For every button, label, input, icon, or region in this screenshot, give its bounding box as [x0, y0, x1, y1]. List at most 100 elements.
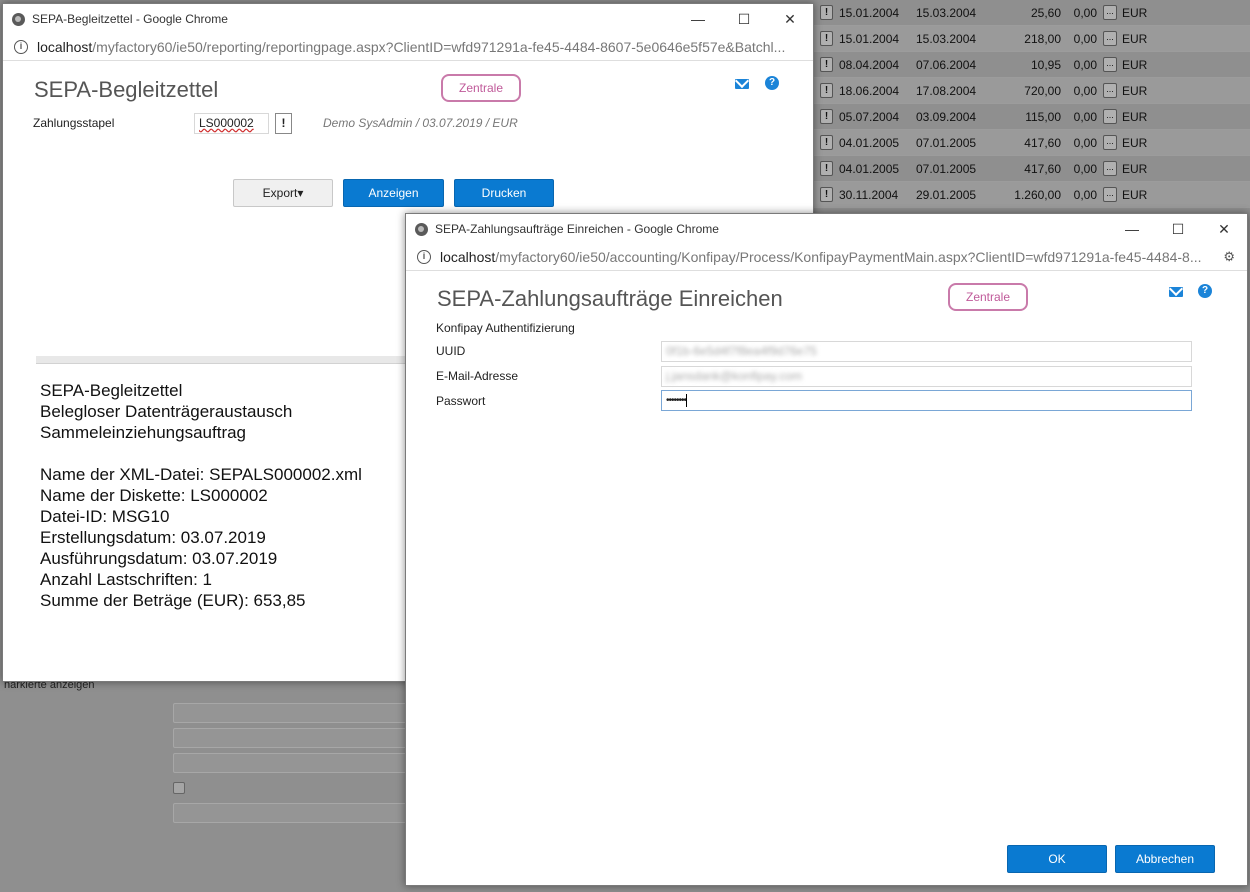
row-currency: EUR [1122, 31, 1148, 46]
user-info: Demo SysAdmin / 03.07.2019 / EUR [323, 116, 518, 130]
minimize-button[interactable]: — [1109, 221, 1155, 237]
row-fee: 0,00 [1073, 57, 1097, 72]
row-more-button: ... [1103, 161, 1117, 176]
info-icon[interactable]: i [417, 250, 431, 264]
row-amount: 10,95 [1030, 57, 1061, 72]
drucken-button[interactable]: Drucken [454, 179, 554, 207]
url-host: localhost [37, 39, 93, 55]
row-date2: 15.03.2004 [916, 5, 977, 20]
section-heading: Konfipay Authentifizierung [436, 321, 575, 335]
stapel-label: Zahlungsstapel [33, 116, 115, 130]
url-path: /myfactory60/ie50/accounting/Konfipay/Pr… [495, 249, 1202, 265]
window-title: SEPA-Zahlungsaufträge Einreichen - Googl… [435, 222, 719, 236]
uuid-input[interactable]: 0f1b-6e5d4f7f8ea4f9d76e75 [661, 341, 1192, 362]
background-table-row: ! 18.06.2004 17.08.2004 720,00 0,00... EUR [814, 78, 1250, 104]
ok-button[interactable]: OK [1007, 845, 1107, 873]
window-titlebar: SEPA-Begleitzettel - Google Chrome — ☐ ✕ [3, 4, 813, 34]
row-amount: 417,60 [1024, 161, 1061, 176]
row-more-button: ... [1103, 135, 1117, 150]
background-table: ! 15.01.2004 15.03.2004 25,60 0,00... EUR! 15.… [814, 0, 1250, 208]
address-bar[interactable]: i localhost/myfactory60/ie50/accounting/… [406, 244, 1247, 271]
background-field [173, 728, 413, 748]
row-date2: 07.01.2005 [916, 135, 977, 150]
row-fee: 0,00 [1073, 5, 1097, 20]
window-title: SEPA-Begleitzettel - Google Chrome [32, 12, 228, 26]
anzeigen-button[interactable]: Anzeigen [343, 179, 444, 207]
row-date2: 03.09.2004 [916, 109, 977, 124]
row-date1: 05.07.2004 [839, 109, 900, 124]
url-host: localhost [440, 249, 496, 265]
export-button[interactable]: Export▾ [233, 179, 333, 207]
row-date2: 29.01.2005 [916, 187, 977, 202]
background-table-row: ! 15.01.2004 15.03.2004 25,60 0,00... EUR [814, 0, 1250, 26]
cancel-button[interactable]: Abbrechen [1115, 845, 1215, 873]
row-amount: 720,00 [1024, 83, 1061, 98]
row-amount: 218,00 [1024, 31, 1061, 46]
zahlungsauftraege-window: SEPA-Zahlungsaufträge Einreichen - Googl… [405, 213, 1248, 886]
close-button[interactable]: ✕ [1201, 221, 1247, 238]
chrome-globe-icon [415, 222, 428, 236]
row-currency: EUR [1122, 135, 1148, 150]
key-icon[interactable]: ⚙ [1223, 249, 1235, 265]
row-date2: 07.01.2005 [916, 161, 977, 176]
background-table-row: ! 30.11.2004 29.01.2005 1.260,00 0,00... EUR [814, 182, 1250, 208]
row-date1: 04.01.2005 [839, 135, 900, 150]
report-line: SEPA-Begleitzettel [40, 381, 183, 400]
mail-icon[interactable] [735, 79, 749, 89]
password-label: Passwort [436, 394, 486, 408]
row-date1: 30.11.2004 [839, 187, 899, 202]
row-date2: 07.06.2004 [916, 57, 977, 72]
help-icon[interactable]: ? [765, 76, 779, 90]
report-line: Ausführungsdatum: 03.07.2019 [40, 549, 278, 568]
info-icon[interactable]: i [14, 40, 28, 54]
row-amount: 25,60 [1030, 5, 1061, 20]
row-warning-icon: ! [820, 83, 833, 98]
background-field [173, 703, 413, 723]
report-line: Anzahl Lastschriften: 1 [40, 570, 212, 589]
row-currency: EUR [1122, 161, 1148, 176]
maximize-button[interactable]: ☐ [721, 11, 767, 28]
row-more-button: ... [1103, 83, 1117, 98]
window-titlebar: SEPA-Zahlungsaufträge Einreichen - Googl… [406, 214, 1247, 244]
mail-icon[interactable] [1169, 287, 1183, 297]
report-line: Name der Diskette: LS000002 [40, 486, 268, 505]
row-warning-icon: ! [820, 31, 833, 46]
row-amount: 1.260,00 [1014, 187, 1061, 202]
stapel-lookup-button[interactable]: ! [275, 113, 292, 134]
row-warning-icon: ! [820, 5, 833, 20]
row-more-button: ... [1103, 31, 1117, 46]
background-table-row: ! 04.01.2005 07.01.2005 417,60 0,00... EUR [814, 130, 1250, 156]
background-table-row: ! 08.04.2004 07.06.2004 10,95 0,00... EUR [814, 52, 1250, 78]
row-fee: 0,00 [1073, 83, 1097, 98]
row-warning-icon: ! [820, 187, 833, 202]
row-more-button: ... [1103, 187, 1117, 202]
zentrale-badge[interactable]: Zentrale [948, 283, 1028, 311]
background-table-row: ! 05.07.2004 03.09.2004 115,00 0,00... EUR [814, 104, 1250, 130]
password-input[interactable]: •••••••• [661, 390, 1192, 411]
row-date1: 18.06.2004 [839, 83, 900, 98]
row-fee: 0,00 [1073, 31, 1097, 46]
background-table-row: ! 15.01.2004 15.03.2004 218,00 0,00... EUR [814, 26, 1250, 52]
row-fee: 0,00 [1073, 109, 1097, 124]
close-button[interactable]: ✕ [767, 11, 813, 28]
help-icon[interactable]: ? [1198, 284, 1212, 298]
row-currency: EUR [1122, 109, 1148, 124]
row-fee: 0,00 [1073, 135, 1097, 150]
row-date2: 17.08.2004 [916, 83, 977, 98]
maximize-button[interactable]: ☐ [1155, 221, 1201, 238]
row-warning-icon: ! [820, 57, 833, 72]
row-more-button: ... [1103, 5, 1117, 20]
chrome-globe-icon [12, 12, 25, 26]
row-date2: 15.03.2004 [916, 31, 977, 46]
address-bar[interactable]: i localhost/myfactory60/ie50/reporting/r… [3, 34, 813, 61]
email-input[interactable]: j.jansdank@konfipay.com [661, 366, 1192, 387]
minimize-button[interactable]: — [675, 11, 721, 27]
row-amount: 115,00 [1025, 109, 1061, 124]
url-text[interactable]: localhost/myfactory60/ie50/accounting/Ko… [440, 249, 1202, 265]
zentrale-badge[interactable]: Zentrale [441, 74, 521, 102]
report-line: Sammeleinziehungsauftrag [40, 423, 247, 442]
page-title: SEPA-Zahlungsaufträge Einreichen [437, 286, 783, 311]
stapel-input[interactable]: LS000002 [194, 113, 269, 134]
url-text[interactable]: localhost/myfactory60/ie50/reporting/rep… [37, 39, 785, 55]
row-warning-icon: ! [820, 135, 833, 150]
